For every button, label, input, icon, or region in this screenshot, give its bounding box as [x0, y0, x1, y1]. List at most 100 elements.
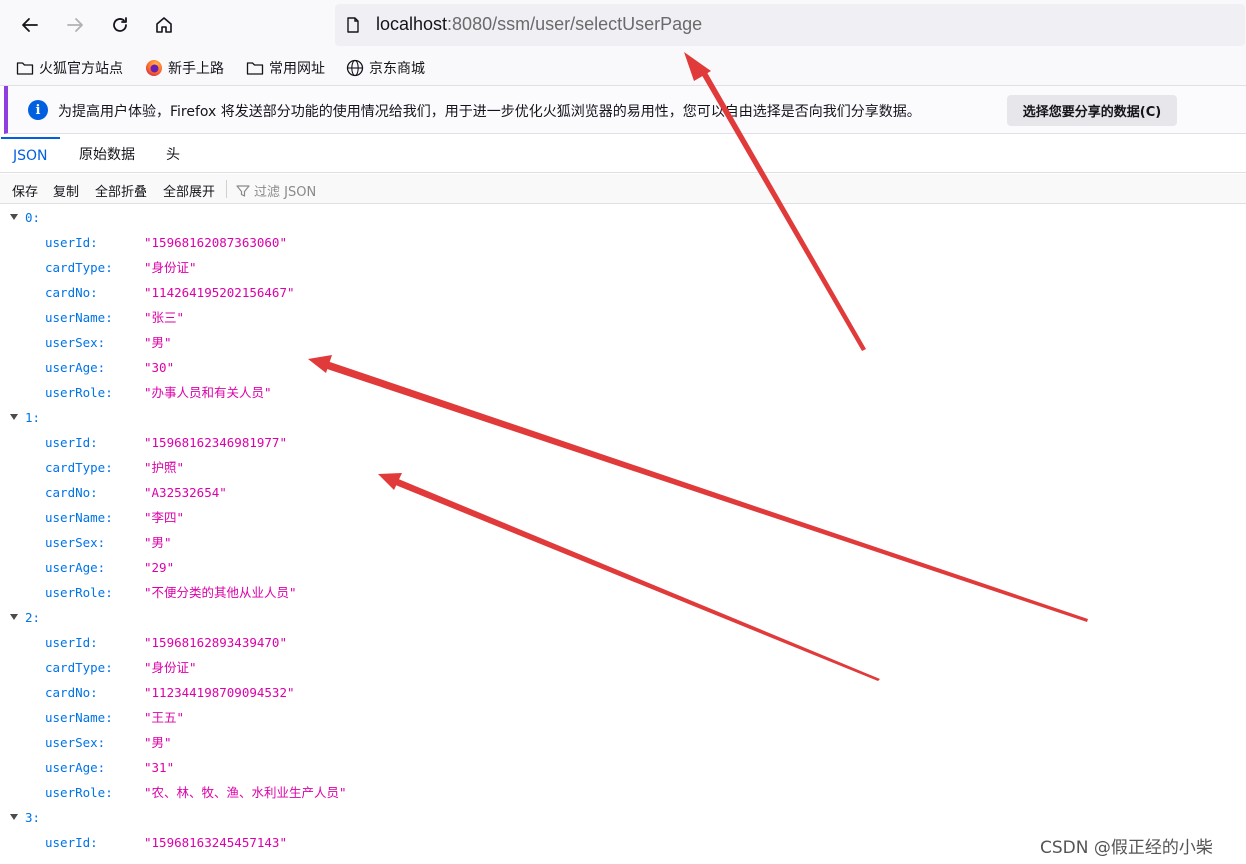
json-key: cardType:: [45, 460, 113, 475]
filter-placeholder: 过滤 JSON: [254, 185, 317, 200]
bookmark-label: 常用网址: [269, 61, 325, 77]
json-value: "男": [144, 735, 172, 750]
json-field-row: cardNo: "112344198709094532": [0, 680, 1246, 705]
json-field-row: userSex: "男": [0, 530, 1246, 555]
json-value: "A32532654": [144, 485, 227, 500]
reload-button[interactable]: [104, 9, 136, 41]
bookmark-getting-started[interactable]: 新手上路: [145, 58, 224, 78]
json-key: cardNo:: [45, 685, 98, 700]
toolbar-divider: [226, 180, 227, 198]
json-field-row: userSex: "男": [0, 330, 1246, 355]
filter-json-input[interactable]: 过滤 JSON: [236, 181, 316, 200]
json-key: cardType:: [45, 260, 113, 275]
tab-json[interactable]: JSON: [1, 137, 60, 173]
json-value: "114264195202156467": [144, 285, 295, 300]
json-array-item[interactable]: 2:: [0, 605, 1246, 630]
watermark: CSDN @假正经的小柴: [1040, 838, 1213, 858]
folder-icon: [16, 62, 34, 75]
json-value: "29": [144, 560, 175, 575]
url-bar[interactable]: localhost:8080/ssm/user/selectUserPage: [335, 4, 1245, 46]
json-array-item[interactable]: 1:: [0, 405, 1246, 430]
json-key: cardNo:: [45, 485, 98, 500]
copy-button[interactable]: 复制: [53, 181, 79, 200]
json-index: 1:: [25, 410, 41, 425]
back-button[interactable]: [14, 9, 46, 41]
arrow-right-icon: [67, 18, 83, 32]
json-value: "15968162346981977": [144, 435, 287, 450]
json-key: cardNo:: [45, 285, 98, 300]
bookmark-common-sites[interactable]: 常用网址: [246, 58, 325, 78]
json-field-row: userName: "李四": [0, 505, 1246, 530]
tab-headers[interactable]: 头: [154, 137, 192, 173]
json-key: userId:: [45, 835, 98, 850]
json-key: userRole:: [45, 585, 113, 600]
json-value: "15968162893439470": [144, 635, 287, 650]
notification-bar: i 为提高用户体验，Firefox 将发送部分功能的使用情况给我们，用于进一步优…: [4, 86, 1246, 134]
json-key: userName:: [45, 710, 113, 725]
json-value: "身份证": [144, 660, 197, 675]
bookmark-firefox-official[interactable]: 火狐官方站点: [16, 58, 123, 78]
json-field-row: userAge: "31": [0, 755, 1246, 780]
json-field-row: userAge: "30": [0, 355, 1246, 380]
json-value: "15968163245457143": [144, 835, 287, 850]
json-field-row: cardType: "身份证": [0, 255, 1246, 280]
json-key: userSex:: [45, 535, 106, 550]
json-tree: 0: userId: "15968162087363060" cardType: "身份…: [0, 205, 1246, 864]
json-field-row: userRole: "不便分类的其他从业人员": [0, 580, 1246, 605]
json-toolbar: 保存 复制 全部折叠 全部展开 过滤 JSON: [0, 174, 1246, 204]
navigation-toolbar: localhost:8080/ssm/user/selectUserPage: [0, 0, 1246, 50]
expand-all-button[interactable]: 全部展开: [163, 181, 215, 200]
url-host: localhost: [376, 14, 448, 34]
json-array-item[interactable]: 0:: [0, 205, 1246, 230]
json-key: userRole:: [45, 785, 113, 800]
json-field-row: userId: "15968162087363060": [0, 230, 1246, 255]
json-value: "男": [144, 335, 172, 350]
json-field-row: userName: "王五": [0, 705, 1246, 730]
home-button[interactable]: [148, 9, 180, 41]
reload-icon: [113, 17, 127, 32]
json-value: "男": [144, 535, 172, 550]
json-value: "31": [144, 760, 175, 775]
collapse-all-button[interactable]: 全部折叠: [95, 181, 147, 200]
forward-button[interactable]: [59, 9, 91, 41]
expand-toggle-icon[interactable]: [10, 614, 18, 620]
json-index: 2:: [25, 610, 41, 625]
json-key: userRole:: [45, 385, 113, 400]
json-key: userId:: [45, 235, 98, 250]
bookmark-label: 京东商城: [369, 61, 425, 77]
folder-icon: [246, 62, 264, 75]
json-value: "身份证": [144, 260, 197, 275]
json-key: userId:: [45, 435, 98, 450]
json-key: userSex:: [45, 735, 106, 750]
json-array-item[interactable]: 3:: [0, 805, 1246, 830]
json-index: 0:: [25, 210, 41, 225]
save-button[interactable]: 保存: [12, 181, 38, 200]
expand-toggle-icon[interactable]: [10, 414, 18, 420]
filter-icon: [236, 184, 250, 197]
json-index: 3:: [25, 810, 41, 825]
choose-data-button[interactable]: 选择您要分享的数据(C): [1007, 95, 1177, 126]
tab-raw-data[interactable]: 原始数据: [67, 137, 147, 173]
json-key: userSex:: [45, 335, 106, 350]
expand-toggle-icon[interactable]: [10, 814, 18, 820]
json-key: userName:: [45, 510, 113, 525]
expand-toggle-icon[interactable]: [10, 214, 18, 220]
globe-icon: [346, 59, 364, 77]
json-value: "不便分类的其他从业人员": [144, 585, 297, 600]
json-field-row: userId: "15968162346981977": [0, 430, 1246, 455]
url-text[interactable]: localhost:8080/ssm/user/selectUserPage: [376, 14, 702, 35]
page-icon: [347, 17, 359, 33]
firefox-icon: [146, 60, 162, 76]
json-key: userName:: [45, 310, 113, 325]
json-value: "15968162087363060": [144, 235, 287, 250]
json-key: userAge:: [45, 360, 106, 375]
json-value: "王五": [144, 710, 185, 725]
json-key: cardType:: [45, 660, 113, 675]
arrow-left-icon: [22, 18, 38, 32]
bookmarks-toolbar: 火狐官方站点 新手上路 常用网址 京东商城: [0, 50, 1246, 86]
json-value: "112344198709094532": [144, 685, 295, 700]
url-path: :8080/ssm/user/selectUserPage: [447, 14, 703, 34]
json-value: "办事人员和有关人员": [144, 385, 272, 400]
json-field-row: cardType: "身份证": [0, 655, 1246, 680]
bookmark-jd-mall[interactable]: 京东商城: [346, 58, 425, 78]
